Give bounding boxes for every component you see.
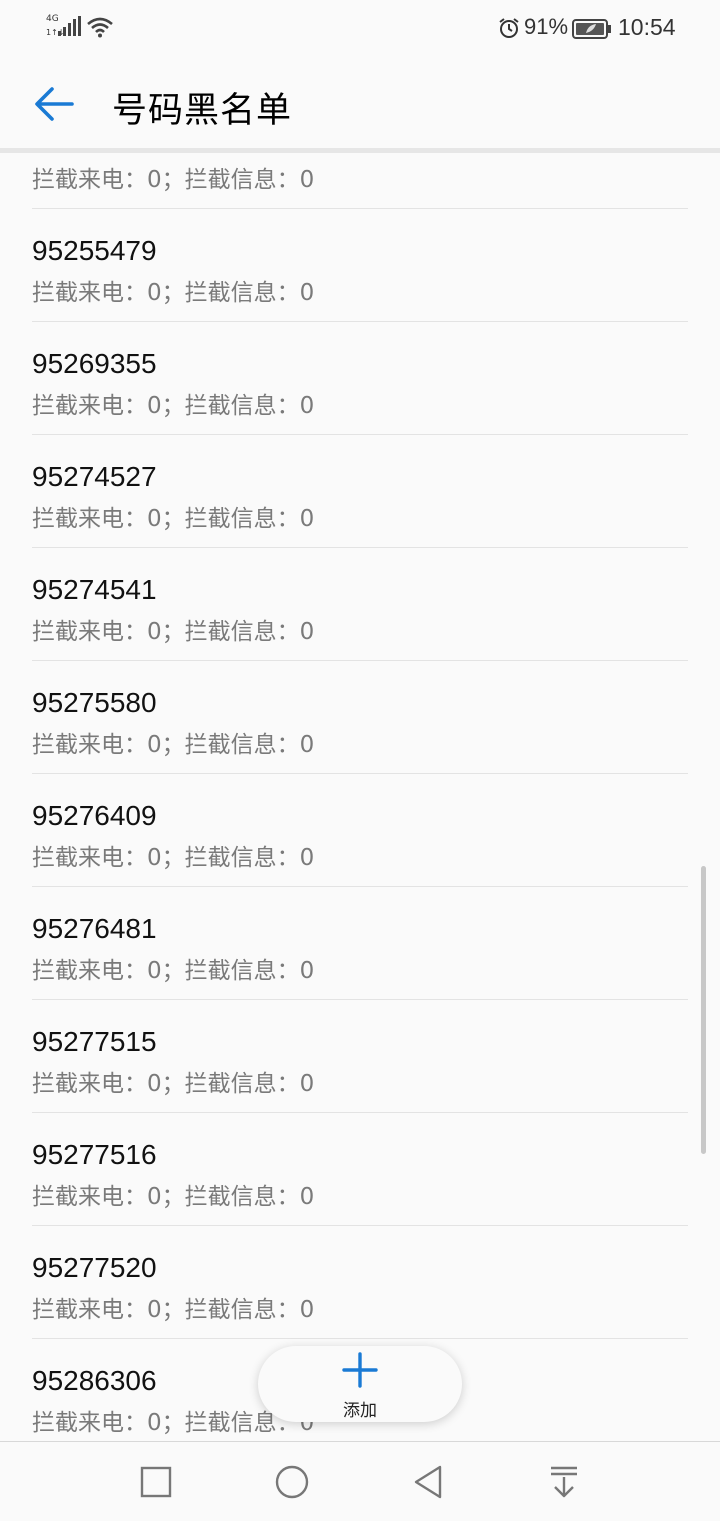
list-item-subtitle: 拦截来电：0；拦截信息：0 [32, 1184, 315, 1210]
list-item-subtitle: 拦截来电：0；拦截信息：0 [32, 958, 315, 984]
home-circle-icon [275, 1465, 309, 1499]
list-item[interactable]: 95277515 拦截来电：0；拦截信息：0 [32, 1000, 688, 1113]
clock: 10:54 [618, 14, 676, 40]
list-item-number: 95274527 [32, 461, 157, 492]
list-item-subtitle: 拦截来电：0；拦截信息：0 [32, 506, 315, 532]
list-item-partial[interactable]: 拦截来电：0；拦截信息：0 [32, 153, 688, 209]
list-item[interactable]: 95277520 拦截来电：0；拦截信息：0 [32, 1226, 688, 1339]
list-item-number: 95277515 [32, 1026, 157, 1057]
list-item-subtitle: 拦截来电：0；拦截信息：0 [32, 1071, 315, 1097]
list-item-subtitle: 拦截来电：0；拦截信息：0 [32, 167, 315, 193]
page-title: 号码黑名单 [112, 91, 293, 131]
status-bar: 4G 1↑↓ 91% 10:54 [0, 0, 720, 56]
signal-icon [58, 16, 81, 36]
list-item-subtitle: 拦截来电：0；拦截信息：0 [32, 845, 315, 871]
status-left: 4G 1↑↓ [46, 12, 116, 44]
plus-icon [342, 1352, 378, 1388]
list-item[interactable]: 95275580 拦截来电：0；拦截信息：0 [32, 661, 688, 774]
add-button-label: 添加 [343, 1401, 377, 1421]
list-item-number: 95276481 [32, 913, 157, 944]
network-type-label: 4G [46, 14, 59, 24]
list-item-number: 95274541 [32, 574, 157, 605]
list-item-subtitle: 拦截来电：0；拦截信息：0 [32, 280, 315, 306]
status-right: 91% 10:54 [480, 0, 720, 56]
list-item-subtitle: 拦截来电：0；拦截信息：0 [32, 619, 315, 645]
list-item[interactable]: 95269355 拦截来电：0；拦截信息：0 [32, 322, 688, 435]
blacklist-viewport[interactable]: 拦截来电：0；拦截信息：0 95255479 拦截来电：0；拦截信息：0 952… [0, 153, 720, 1441]
list-item-subtitle: 拦截来电：0；拦截信息：0 [32, 393, 315, 419]
notification-pull-button[interactable] [542, 1460, 586, 1504]
list-item-number: 95286306 [32, 1365, 157, 1396]
list-scrollbar[interactable] [701, 866, 706, 1154]
app-bar: 号码黑名单 [0, 56, 720, 150]
recents-button[interactable] [134, 1460, 178, 1504]
wifi-icon [87, 17, 113, 38]
list-item-subtitle: 拦截来电：0；拦截信息：0 [32, 1297, 315, 1323]
list-item[interactable]: 95274541 拦截来电：0；拦截信息：0 [32, 548, 688, 661]
list-item-number: 95277516 [32, 1139, 157, 1170]
home-button[interactable] [270, 1460, 314, 1504]
list-item[interactable]: 95277516 拦截来电：0；拦截信息：0 [32, 1113, 688, 1226]
alarm-icon [499, 18, 519, 38]
list-item-number: 95275580 [32, 687, 157, 718]
back-triangle-icon [414, 1465, 442, 1499]
list-item[interactable]: 95255479 拦截来电：0；拦截信息：0 [32, 209, 688, 322]
system-nav-bar [0, 1441, 720, 1521]
add-button[interactable]: 添加 [258, 1346, 462, 1422]
battery-icon [572, 19, 611, 39]
back-button[interactable] [24, 78, 84, 130]
list-item-number: 95276409 [32, 800, 157, 831]
notification-pull-icon [551, 1466, 577, 1498]
back-arrow-icon [35, 87, 74, 121]
blacklist: 拦截来电：0；拦截信息：0 95255479 拦截来电：0；拦截信息：0 952… [0, 153, 720, 1441]
list-item[interactable]: 95276481 拦截来电：0；拦截信息：0 [32, 887, 688, 1000]
list-item[interactable]: 95274527 拦截来电：0；拦截信息：0 [32, 435, 688, 548]
recents-square-icon [140, 1466, 172, 1498]
nav-back-button[interactable] [406, 1460, 450, 1504]
list-item-number: 95255479 [32, 235, 157, 266]
list-item-number: 95269355 [32, 348, 157, 379]
battery-percent: 91% [524, 14, 569, 39]
list-item-subtitle: 拦截来电：0；拦截信息：0 [32, 732, 315, 758]
list-item-number: 95277520 [32, 1252, 157, 1283]
list-item[interactable]: 95276409 拦截来电：0；拦截信息：0 [32, 774, 688, 887]
